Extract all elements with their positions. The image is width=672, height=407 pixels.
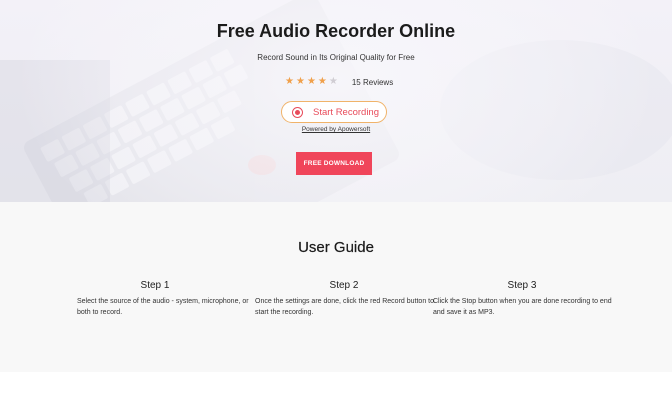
step-card: Step 2 Once the settings are done, click…: [255, 280, 435, 318]
step-title: Step 2: [329, 280, 359, 291]
start-recording-button[interactable]: Start Recording: [281, 101, 387, 123]
star-filled-icon: ★: [317, 76, 327, 87]
star-empty-icon: ★: [328, 76, 338, 87]
rating: ★ ★ ★ ★ ★ 15 Reviews: [285, 76, 393, 88]
page-title: Free Audio Recorder Online: [216, 21, 456, 41]
step-description: Once the settings are done, click the re…: [255, 298, 434, 316]
reviews-count[interactable]: 15 Reviews: [352, 78, 393, 87]
step-card: Step 3 Click the Stop button when you ar…: [433, 280, 615, 318]
star-filled-icon: ★: [306, 76, 316, 87]
hero-section: Free Audio Recorder Online Record Sound …: [0, 0, 672, 202]
star-filled-icon: ★: [295, 76, 305, 87]
user-guide-title: User Guide: [298, 239, 374, 256]
step-card: Step 1 Select the source of the audio - …: [77, 280, 257, 318]
user-guide-section: User Guide Step 1 Select the source of t…: [0, 202, 672, 372]
page-bottom-area: [0, 372, 672, 407]
page-subtitle: Record Sound in Its Original Quality for…: [257, 53, 415, 62]
step-description: Select the source of the audio - system,…: [77, 298, 249, 316]
start-recording-label: Start Recording: [313, 106, 380, 118]
star-filled-icon: ★: [285, 76, 294, 87]
powered-by-link[interactable]: Powered by Apowersoft: [0, 126, 672, 133]
free-download-button[interactable]: FREE DOWNLOAD: [296, 152, 372, 175]
step-title: Step 3: [507, 280, 537, 291]
record-icon: [292, 106, 303, 118]
step-description: Click the Stop button when you are done …: [433, 298, 612, 316]
step-title: Step 1: [140, 280, 170, 291]
